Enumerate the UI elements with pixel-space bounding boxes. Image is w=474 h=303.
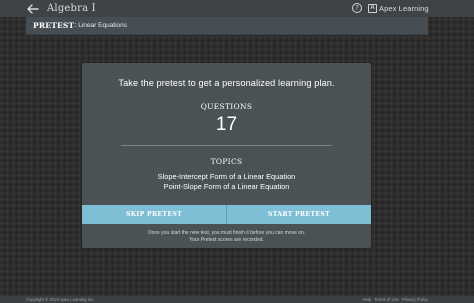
- pretest-note-line: Your Pretest scores are recorded.: [189, 236, 264, 243]
- topics-label: TOPICS: [210, 157, 243, 166]
- brand-name: Apex Learning: [379, 4, 429, 13]
- apex-logo-icon: A: [368, 4, 377, 13]
- activity-name: Linear Equations: [78, 22, 128, 29]
- footer: Copyright © 2019 Apex Learning Inc. Help…: [0, 296, 474, 303]
- pretest-actions: SKIP PRETEST START PRETEST: [82, 205, 371, 224]
- divider: [121, 145, 332, 146]
- topic-item: Point-Slope Form of a Linear Equation: [163, 182, 290, 191]
- footer-link-help[interactable]: Help: [363, 296, 372, 303]
- course-title: Algebra I: [47, 3, 96, 14]
- skip-pretest-button[interactable]: SKIP PRETEST: [82, 205, 227, 224]
- pretest-card: Take the pretest to get a personalized l…: [82, 63, 371, 248]
- pretest-headline: Take the pretest to get a personalized l…: [118, 78, 335, 88]
- footer-link-terms[interactable]: Terms of Use: [374, 296, 399, 303]
- back-arrow-icon[interactable]: [26, 2, 40, 15]
- footer-link-privacy[interactable]: Privacy Policy: [402, 296, 428, 303]
- help-icon[interactable]: ?: [352, 3, 362, 13]
- apex-logo: A Apex Learning: [368, 3, 429, 14]
- activity-type: PRETEST: [33, 21, 75, 30]
- pretest-note: Once you start the new test, you must fi…: [82, 230, 371, 243]
- questions-count: 17: [215, 114, 238, 135]
- activity-separator: :: [74, 22, 77, 29]
- questions-label: QUESTIONS: [200, 102, 253, 111]
- copyright-text: Copyright © 2019 Apex Learning Inc.: [26, 297, 95, 302]
- top-bar: Algebra I ? A Apex Learning: [0, 0, 474, 17]
- start-pretest-button[interactable]: START PRETEST: [227, 205, 371, 224]
- footer-links: Help Terms of Use Privacy Policy: [363, 296, 428, 303]
- topic-item: Slope-Intercept Form of a Linear Equatio…: [157, 172, 296, 181]
- activity-header: PRETEST : Linear Equations: [26, 17, 428, 35]
